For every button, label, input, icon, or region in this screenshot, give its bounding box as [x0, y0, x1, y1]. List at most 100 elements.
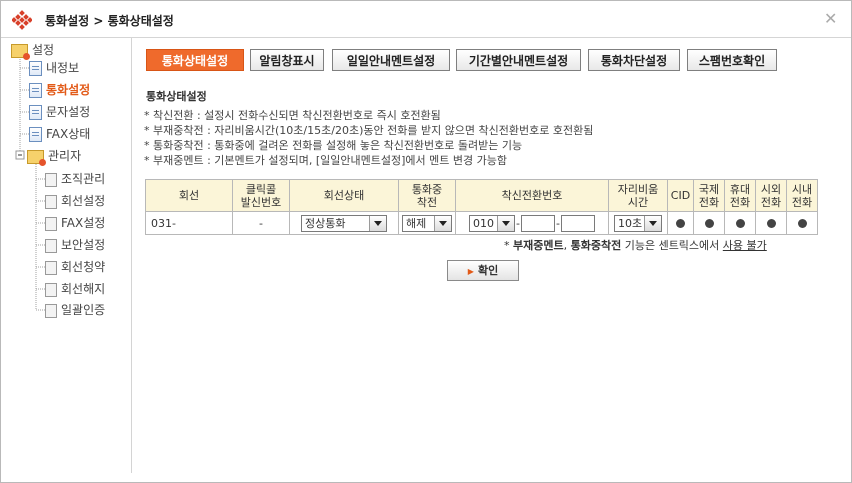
footnote: * 부재중멘트, 통화중착전 기능은 센트릭스에서 사용 불가	[504, 239, 767, 252]
play-arrow-icon: ▶	[467, 267, 474, 276]
col-busy-forward: 통화중 착전	[398, 179, 456, 212]
sidebar-item-call-settings[interactable]: 통화설정	[29, 81, 90, 99]
away-time-select[interactable]: 10초	[614, 214, 662, 232]
sidebar-item-fax-settings[interactable]: FAX설정	[45, 214, 105, 232]
admin-folder-icon	[27, 149, 46, 166]
page-icon	[45, 260, 57, 275]
line-status-select[interactable]: 정상통화	[301, 214, 387, 232]
note-item: * 부재중착전 : 자리비움시간(10초/15초/20초)동안 전화를 받지 않…	[144, 124, 594, 137]
cell-forward-number: 010- -	[455, 211, 609, 235]
cell-away-time: 10초	[608, 211, 668, 235]
sidebar-item-label: 회선청약	[61, 260, 106, 274]
tab-call-block[interactable]: 통화차단설정	[588, 49, 680, 71]
sidebar-item-label: 보안설정	[61, 238, 106, 252]
logo-icon	[12, 10, 32, 30]
table-header-row: 회선 클릭콜 발신번호 회선상태 통화중 착전 착신전환번호 자리비움 시간 CID …	[145, 179, 818, 212]
cell-local	[786, 211, 818, 235]
cell-intl	[693, 211, 725, 235]
tree-root-label: 설정	[32, 43, 55, 57]
sidebar-item-org-management[interactable]: 조직관리	[45, 170, 105, 188]
document-icon	[29, 105, 42, 120]
sidebar-item-sms-settings[interactable]: 문자설정	[29, 103, 90, 121]
sidebar-item-label: FAX설정	[61, 216, 106, 230]
forward-mid-input[interactable]	[521, 214, 555, 232]
local-status-dot[interactable]	[797, 219, 807, 228]
page-icon	[45, 172, 57, 187]
col-mobile: 휴대 전화	[724, 179, 756, 212]
col-away-time: 자리비움 시간	[608, 179, 668, 212]
table-row: 031- - 정상통화 해제 010- - 10초	[145, 211, 818, 235]
note-item: * 착신전환 : 설정시 전화수신되면 착신전환번호로 즉시 호전환됨	[144, 109, 441, 122]
confirm-button-label: 확인	[477, 264, 499, 277]
sidebar-item-label: 통화설정	[46, 83, 91, 97]
close-icon[interactable]: ✕	[824, 9, 837, 28]
sidebar-item-label: 일괄인증	[61, 303, 106, 317]
tab-spam-check[interactable]: 스팸번호확인	[687, 49, 777, 71]
cell-line-status: 정상통화	[289, 211, 399, 235]
col-line-status: 회선상태	[289, 179, 399, 212]
sidebar-item-bulk-auth[interactable]: 일괄인증	[45, 301, 105, 319]
cid-status-dot[interactable]	[676, 219, 685, 228]
tab-daily-announcement[interactable]: 일일안내멘트설정	[332, 49, 450, 71]
busy-forward-select[interactable]: 해제	[402, 214, 452, 232]
tab-notification-window[interactable]: 알림창표시	[250, 49, 324, 71]
forward-prefix-select[interactable]: 010	[469, 214, 516, 232]
sidebar-item-label: FAX상태	[46, 127, 91, 141]
cell-busy-forward: 해제	[398, 211, 456, 235]
sidebar-item-line-subscription[interactable]: 회선청약	[45, 258, 105, 276]
chevron-down-icon	[434, 215, 451, 231]
section-title: 통화상태설정	[146, 90, 207, 103]
col-line: 회선	[145, 179, 233, 212]
page-icon	[45, 303, 57, 318]
note-item: * 통화중착전 : 통화중에 걸려온 전화를 설정해 놓은 착신전환번호로 돌려…	[144, 139, 523, 152]
dialog-window: 통화설정 > 통화상태설정 ✕ 설정 내정보 통화설정 문자설정 FAX상태 관…	[0, 0, 852, 483]
col-local: 시내 전화	[786, 179, 818, 212]
tab-call-status-settings[interactable]: 통화상태설정	[146, 49, 244, 71]
sidebar-item-label: 회선해지	[61, 282, 106, 296]
sidebar-item-label: 회선설정	[61, 194, 106, 208]
sidebar-item-fax-status[interactable]: FAX상태	[29, 125, 90, 143]
sidebar-item-line-settings[interactable]: 회선설정	[45, 192, 105, 210]
col-forward-number: 착신전환번호	[455, 179, 609, 212]
sidebar-tree: 설정 내정보 통화설정 문자설정 FAX상태 관리자 조직관리 회선설정 FAX…	[5, 38, 132, 473]
sidebar-item-my-info[interactable]: 내정보	[29, 59, 79, 77]
document-icon	[29, 61, 42, 76]
sidebar-item-label: 내정보	[46, 61, 80, 75]
intl-status-dot[interactable]	[704, 219, 714, 228]
col-outside: 시외 전화	[755, 179, 787, 212]
cell-cid	[667, 211, 694, 235]
col-click-caller: 클릭콜 발신번호	[232, 179, 290, 212]
tree-node-admin[interactable]: 관리자	[27, 147, 82, 166]
sidebar-item-label: 문자설정	[46, 105, 91, 119]
tree-node-label: 관리자	[48, 149, 82, 163]
chevron-down-icon	[644, 215, 661, 231]
unavailable-link[interactable]: 사용 불가	[723, 239, 767, 252]
document-icon	[29, 127, 42, 142]
page-icon	[45, 282, 57, 297]
notes-list: * 착신전환 : 설정시 전화수신되면 착신전환번호로 즉시 호전환됨 * 부재…	[144, 108, 593, 168]
main-content: 통화상태설정 알림창표시 일일안내멘트설정 기간별안내멘트설정 통화차단설정 스…	[132, 38, 850, 473]
cell-line: 031-	[145, 211, 233, 235]
mobile-status-dot[interactable]	[735, 219, 745, 228]
call-status-table: 회선 클릭콜 발신번호 회선상태 통화중 착전 착신전환번호 자리비움 시간 CID …	[145, 179, 818, 235]
sidebar-item-security-settings[interactable]: 보안설정	[45, 236, 105, 254]
tree-root-settings[interactable]: 설정	[11, 41, 55, 60]
outside-status-dot[interactable]	[766, 219, 776, 228]
confirm-button[interactable]: ▶ 확인	[447, 260, 519, 281]
chevron-down-icon	[497, 215, 515, 231]
sidebar-item-line-cancel[interactable]: 회선해지	[45, 280, 105, 298]
title-bar: 통화설정 > 통화상태설정 ✕	[1, 1, 851, 38]
tab-period-announcement[interactable]: 기간별안내멘트설정	[456, 49, 581, 71]
settings-folder-icon	[11, 43, 30, 60]
cell-mobile	[724, 211, 756, 235]
document-icon	[29, 83, 42, 98]
forward-last-input[interactable]	[560, 214, 595, 232]
cell-click-caller: -	[232, 211, 290, 235]
note-item: * 부재중멘트 : 기본멘트가 설정되며, [일일안내멘트설정]에서 멘트 변경…	[144, 154, 507, 167]
cell-outside	[755, 211, 787, 235]
window-title: 통화설정 > 통화상태설정	[45, 14, 174, 28]
chevron-down-icon	[369, 215, 386, 231]
page-icon	[45, 238, 57, 253]
col-cid: CID	[667, 179, 694, 212]
col-intl: 국제 전화	[693, 179, 725, 212]
